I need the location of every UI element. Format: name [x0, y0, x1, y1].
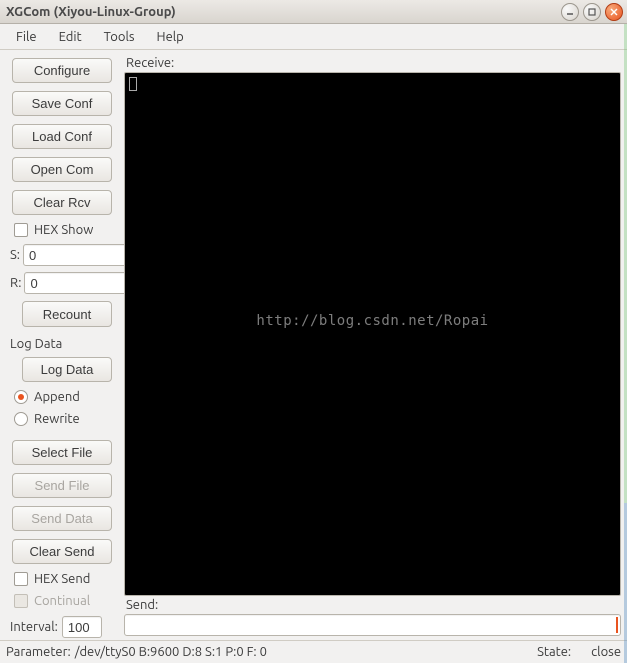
save-conf-button[interactable]: Save Conf: [12, 91, 112, 116]
menu-help[interactable]: Help: [147, 27, 194, 47]
clear-send-button[interactable]: Clear Send: [12, 539, 112, 564]
continual-row[interactable]: Continual: [6, 592, 118, 610]
s-label: S:: [10, 248, 20, 262]
interval-input[interactable]: [62, 616, 102, 638]
statusbar: Parameter: /dev/ttyS0 B:9600 D:8 S:1 P:0…: [0, 640, 627, 662]
r-label: R:: [10, 276, 21, 290]
append-label: Append: [34, 390, 80, 404]
param-label: Parameter:: [6, 645, 71, 659]
send-input[interactable]: [124, 614, 621, 636]
menu-tools[interactable]: Tools: [94, 27, 145, 47]
menu-edit[interactable]: Edit: [49, 27, 92, 47]
state-label: State:: [537, 645, 571, 659]
rewrite-radio[interactable]: [14, 412, 28, 426]
rewrite-row[interactable]: Rewrite: [6, 410, 118, 428]
interval-label: Interval:: [10, 620, 58, 634]
hex-show-label: HEX Show: [34, 223, 93, 237]
receive-terminal[interactable]: http://blog.csdn.net/Ropai: [124, 72, 621, 596]
clear-rcv-button[interactable]: Clear Rcv: [12, 190, 112, 215]
state-value: close: [591, 645, 621, 659]
select-file-button[interactable]: Select File: [12, 440, 112, 465]
content: Configure Save Conf Load Conf Open Com C…: [0, 50, 627, 640]
maximize-button[interactable]: [583, 3, 601, 21]
sent-count-row: S:: [6, 243, 118, 267]
menu-file[interactable]: File: [6, 27, 47, 47]
hex-show-checkbox[interactable]: [14, 223, 28, 237]
hex-send-label: HEX Send: [34, 572, 90, 586]
log-data-section-label: Log Data: [6, 333, 118, 351]
rewrite-label: Rewrite: [34, 412, 80, 426]
main-pane: Receive: http://blog.csdn.net/Ropai Send…: [124, 54, 621, 640]
recv-count-row: R:: [6, 271, 118, 295]
append-row[interactable]: Append: [6, 388, 118, 406]
configure-button[interactable]: Configure: [12, 58, 112, 83]
send-label: Send:: [124, 596, 621, 614]
caret-icon: [616, 617, 618, 633]
send-data-button[interactable]: Send Data: [12, 506, 112, 531]
interval-row: Interval:: [6, 614, 118, 640]
watermark-text: http://blog.csdn.net/Ropai: [125, 313, 620, 329]
hex-send-checkbox[interactable]: [14, 572, 28, 586]
radio-dot-icon: [18, 394, 24, 400]
window-title: XGCom (Xiyou-Linux-Group): [6, 5, 176, 19]
titlebar: XGCom (Xiyou-Linux-Group): [0, 0, 627, 24]
hex-show-row[interactable]: HEX Show: [6, 221, 118, 239]
window-controls: [561, 3, 623, 21]
minimize-button[interactable]: [561, 3, 579, 21]
menubar: File Edit Tools Help: [0, 24, 627, 50]
open-com-button[interactable]: Open Com: [12, 157, 112, 182]
continual-label: Continual: [34, 594, 90, 608]
continual-checkbox[interactable]: [14, 594, 28, 608]
terminal-cursor-icon: [129, 77, 137, 91]
append-radio[interactable]: [14, 390, 28, 404]
receive-label: Receive:: [124, 54, 621, 72]
send-file-button[interactable]: Send File: [12, 473, 112, 498]
close-button[interactable]: [605, 3, 623, 21]
recount-button[interactable]: Recount: [22, 301, 112, 326]
param-value: /dev/ttyS0 B:9600 D:8 S:1 P:0 F: 0: [75, 645, 267, 659]
load-conf-button[interactable]: Load Conf: [12, 124, 112, 149]
hex-send-row[interactable]: HEX Send: [6, 570, 118, 588]
log-data-button[interactable]: Log Data: [22, 357, 112, 382]
sidebar: Configure Save Conf Load Conf Open Com C…: [6, 54, 118, 640]
